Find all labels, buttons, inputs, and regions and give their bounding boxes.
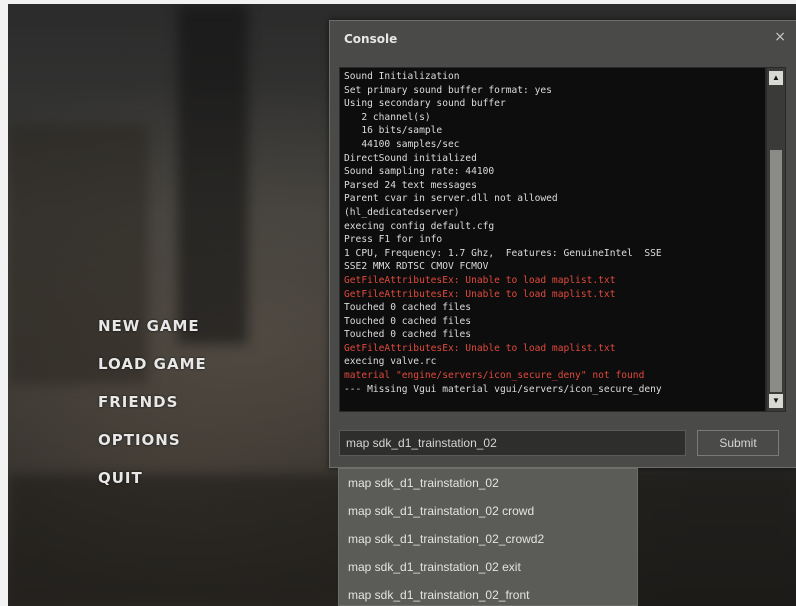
log-line: Parsed 24 text messages [344, 179, 477, 191]
log-line: Press F1 for info [344, 234, 443, 246]
log-line: Sound Initialization [344, 71, 460, 82]
log-line: --- Missing Vgui material vgui/servers/i… [344, 383, 662, 395]
log-line: DirectSound initialized [344, 152, 477, 164]
log-line: 2 channel(s) [344, 111, 431, 123]
close-icon[interactable]: × [774, 29, 786, 45]
log-line-error: material "engine/servers/icon_secure_den… [344, 370, 645, 382]
suggestion-item[interactable]: map sdk_d1_trainstation_02 [339, 469, 637, 497]
menu-load-game[interactable]: LOAD GAME [98, 350, 207, 388]
suggestion-item[interactable]: map sdk_d1_trainstation_02_front [339, 581, 637, 605]
submit-button[interactable]: Submit [697, 430, 779, 456]
log-line: Using secondary sound buffer [344, 98, 506, 110]
log-line: SSE2 MMX RDTSC CMOV FCMOV [344, 261, 489, 273]
main-menu: NEW GAME LOAD GAME FRIENDS OPTIONS QUIT [98, 312, 207, 502]
log-scrollbar[interactable]: ▲ ▼ [766, 67, 786, 412]
menu-options[interactable]: OPTIONS [98, 426, 207, 464]
log-line: 1 CPU, Frequency: 1.7 Ghz, Features: Gen… [344, 247, 662, 259]
console-log[interactable]: Sound Initialization Set primary sound bu… [339, 67, 766, 412]
menu-quit[interactable]: QUIT [98, 464, 207, 502]
log-line: 44100 samples/sec [344, 138, 460, 150]
suggestion-item[interactable]: map sdk_d1_trainstation_02_crowd2 [339, 525, 637, 553]
log-line-error: GetFileAttributesEx: Unable to load mapl… [344, 288, 616, 300]
suggestion-item[interactable]: map sdk_d1_trainstation_02 exit [339, 553, 637, 581]
scroll-up-icon[interactable]: ▲ [769, 71, 783, 85]
log-line: Parent cvar in server.dll not allowed [344, 193, 558, 205]
console-title: Console [344, 32, 398, 46]
log-line-error: GetFileAttributesEx: Unable to load mapl… [344, 342, 616, 354]
background-pillar [178, 4, 248, 344]
console-window: Console × Sound Initialization Set primar… [329, 20, 796, 468]
autocomplete-list: map sdk_d1_trainstation_02 map sdk_d1_tra… [338, 468, 638, 606]
log-line: execing valve.rc [344, 356, 437, 368]
log-line: 16 bits/sample [344, 125, 443, 137]
log-line: Touched 0 cached files [344, 329, 472, 341]
log-line: execing config default.cfg [344, 220, 495, 232]
scroll-down-icon[interactable]: ▼ [769, 394, 783, 408]
command-input[interactable] [339, 430, 686, 456]
menu-new-game[interactable]: NEW GAME [98, 312, 207, 350]
log-line: Sound sampling rate: 44100 [344, 166, 495, 178]
menu-friends[interactable]: FRIENDS [98, 388, 207, 426]
log-line: (hl_dedicatedserver) [344, 206, 460, 218]
scroll-thumb[interactable] [770, 150, 782, 392]
log-line: Set primary sound buffer format: yes [344, 84, 552, 96]
log-line-error: GetFileAttributesEx: Unable to load mapl… [344, 274, 616, 286]
log-line: Touched 0 cached files [344, 302, 472, 314]
log-line: Touched 0 cached files [344, 315, 472, 327]
suggestion-item[interactable]: map sdk_d1_trainstation_02 crowd [339, 497, 637, 525]
